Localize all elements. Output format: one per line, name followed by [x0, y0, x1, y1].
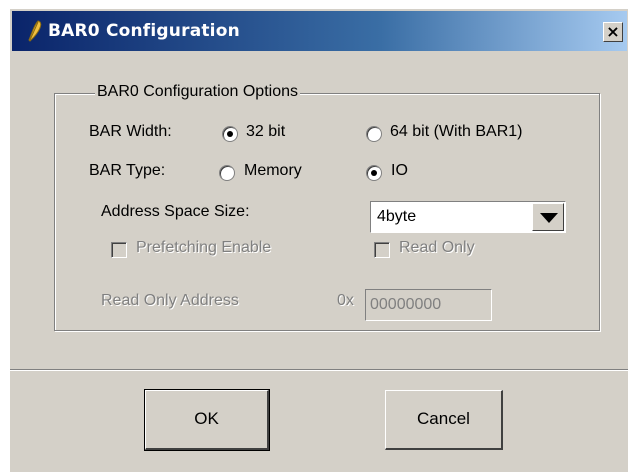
- bar-type-label: BAR Type:: [89, 162, 166, 179]
- address-space-select[interactable]: 4byte: [370, 201, 566, 233]
- bar-type-io-label[interactable]: IO: [391, 162, 408, 180]
- cancel-button-label: Cancel: [417, 409, 470, 428]
- bar-width-32bit-label[interactable]: 32 bit: [246, 123, 285, 141]
- dropdown-arrow-icon[interactable]: [532, 203, 564, 231]
- read-only-address-input[interactable]: 00000000: [365, 289, 492, 321]
- bar-type-io-radio[interactable]: [366, 165, 382, 181]
- address-space-value: 4byte: [377, 208, 417, 225]
- close-button[interactable]: ×: [603, 22, 623, 42]
- read-only-checkbox[interactable]: [374, 242, 390, 258]
- ok-button-label: OK: [194, 409, 219, 428]
- window-title: BAR0 Configuration: [48, 21, 240, 41]
- cancel-button[interactable]: Cancel: [385, 390, 503, 450]
- bar-width-label: BAR Width:: [89, 123, 172, 140]
- prefetching-label: Prefetching Enable: [136, 239, 272, 256]
- separator-line: [10, 369, 628, 371]
- read-only-label: Read Only: [399, 239, 475, 256]
- address-space-label: Address Space Size:: [101, 203, 250, 220]
- ok-button[interactable]: OK: [144, 389, 270, 451]
- read-only-address-value: 00000000: [370, 296, 442, 313]
- close-icon: ×: [606, 22, 620, 41]
- dialog-window: BAR0 Configuration × BAR0 Configuration …: [9, 8, 628, 472]
- groupbox-legend: BAR0 Configuration Options: [95, 83, 300, 101]
- prefetching-checkbox[interactable]: [111, 242, 127, 258]
- hex-prefix-label: 0x: [337, 292, 354, 309]
- feather-icon: [28, 20, 42, 42]
- title-bar[interactable]: BAR0 Configuration ×: [12, 11, 627, 51]
- bar-width-64bit-radio[interactable]: [366, 126, 382, 142]
- bar-type-memory-label[interactable]: Memory: [244, 162, 302, 180]
- bar-width-64bit-label[interactable]: 64 bit (With BAR1): [390, 123, 522, 141]
- read-only-address-label: Read Only Address: [101, 292, 239, 309]
- bar-type-memory-radio[interactable]: [219, 165, 235, 181]
- radio-selected-dot: [227, 131, 233, 137]
- bar-width-32bit-radio[interactable]: [222, 126, 238, 142]
- radio-selected-dot: [371, 170, 377, 176]
